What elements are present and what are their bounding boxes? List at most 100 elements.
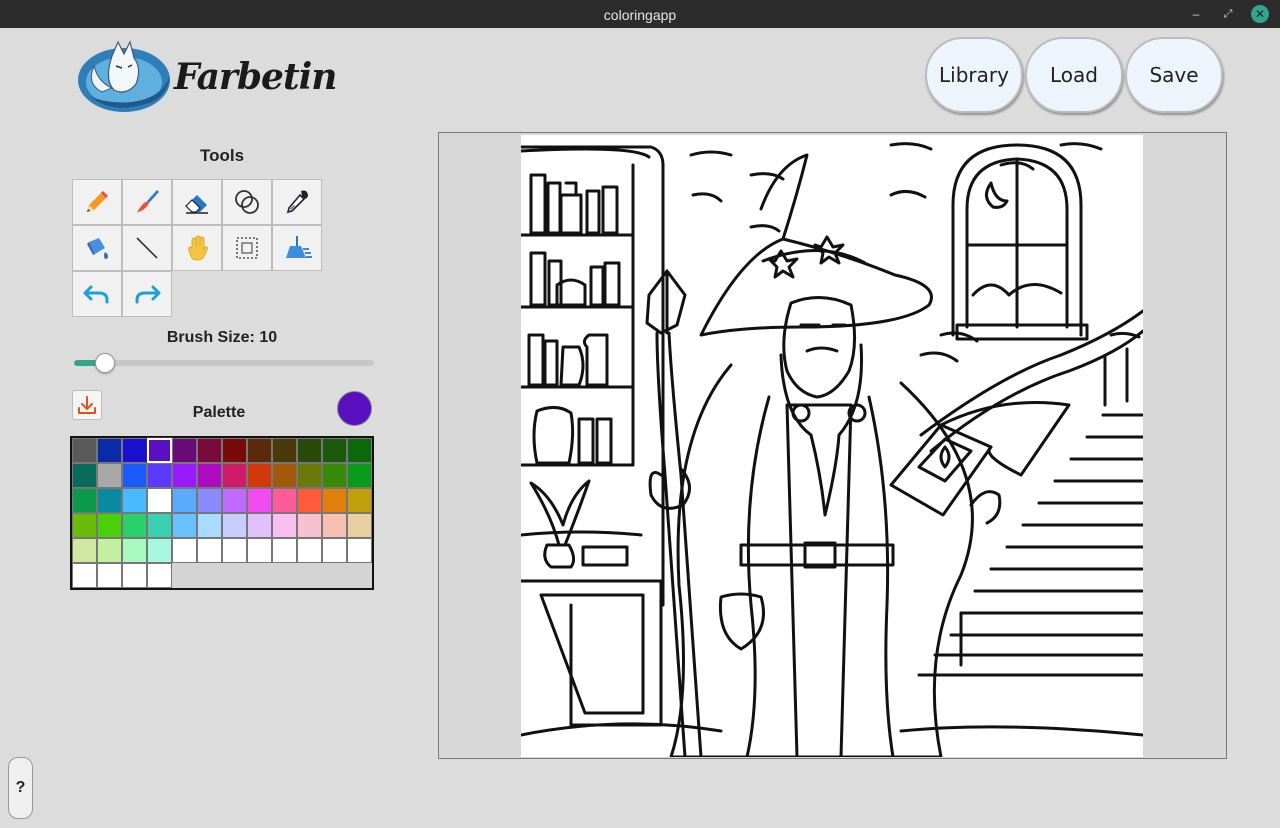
brush-tool-button[interactable] [122,179,172,225]
palette-swatch[interactable] [172,513,197,538]
palette-swatch[interactable] [122,488,147,513]
palette-swatch[interactable] [72,538,97,563]
palette-swatch[interactable] [297,463,322,488]
palette-swatch[interactable] [322,488,347,513]
palette-swatch[interactable] [72,513,97,538]
palette-swatch[interactable] [347,488,372,513]
palette-swatch[interactable] [297,438,322,463]
palette-swatch[interactable] [222,438,247,463]
palette-swatch[interactable] [197,488,222,513]
import-palette-button[interactable] [72,390,102,420]
palette-swatch[interactable] [247,538,272,563]
load-button[interactable]: Load [1025,37,1123,113]
drawing-canvas-frame [438,132,1227,759]
redo-button[interactable] [122,271,172,317]
window-titlebar: coloringapp – ⤢ ✕ [0,0,1280,28]
palette-swatch[interactable] [72,488,97,513]
palette-swatch[interactable] [97,463,122,488]
palette-swatch[interactable] [72,463,97,488]
palette-swatch[interactable] [122,563,147,588]
palette-swatch[interactable] [347,538,372,563]
palette-swatch[interactable] [122,463,147,488]
palette-swatch[interactable] [172,538,197,563]
palette-swatch[interactable] [72,438,97,463]
line-icon [136,237,158,259]
palette-swatch[interactable] [197,438,222,463]
selection-icon [236,237,258,259]
palette-swatch[interactable] [197,513,222,538]
clear-tool-button[interactable] [272,225,322,271]
palette-swatch[interactable] [272,488,297,513]
palette-swatch[interactable] [272,513,297,538]
select-tool-button[interactable] [222,225,272,271]
palette-swatch[interactable] [72,563,97,588]
minimize-button[interactable]: – [1187,5,1205,23]
redo-icon [135,285,161,304]
palette-swatch[interactable] [147,463,172,488]
palette-swatch[interactable] [146,437,173,464]
palette-swatch[interactable] [247,438,272,463]
palette-swatch[interactable] [322,463,347,488]
eyedropper-icon [286,190,308,214]
brush-size-slider[interactable] [74,353,374,373]
library-button[interactable]: Library [925,37,1023,113]
palette-swatch[interactable] [97,563,122,588]
hand-icon [188,235,208,261]
palette-swatch[interactable] [322,438,347,463]
palette-swatch[interactable] [347,513,372,538]
palette-swatch[interactable] [222,463,247,488]
palette-swatch[interactable] [97,438,122,463]
palette-swatch[interactable] [172,488,197,513]
palette-swatch[interactable] [297,488,322,513]
help-button[interactable]: ? [8,757,33,819]
brush-icon [137,190,159,213]
palette-swatch[interactable] [272,463,297,488]
palette-swatch[interactable] [222,513,247,538]
eraser-tool-button[interactable] [172,179,222,225]
paint-bucket-icon [87,238,108,259]
palette-swatch[interactable] [172,463,197,488]
palette-swatch[interactable] [122,513,147,538]
palette-swatch[interactable] [147,488,172,513]
palette-swatch[interactable] [347,463,372,488]
palette-swatch[interactable] [122,438,147,463]
pan-tool-button[interactable] [172,225,222,271]
wizard-coloring-page-icon [521,142,1143,757]
palette-heading: Palette [192,404,246,421]
palette-swatch[interactable] [247,488,272,513]
palette-swatch[interactable] [147,563,172,588]
palette-swatch[interactable] [222,538,247,563]
palette-swatch[interactable] [97,513,122,538]
palette-swatch[interactable] [172,438,197,463]
palette-swatch[interactable] [197,538,222,563]
palette-swatch[interactable] [272,438,297,463]
palette-swatch[interactable] [247,513,272,538]
palette-swatch[interactable] [272,538,297,563]
maximize-button[interactable]: ⤢ [1219,5,1237,23]
blend-tool-button[interactable] [222,179,272,225]
palette-swatch[interactable] [197,463,222,488]
close-button[interactable]: ✕ [1251,5,1269,23]
undo-button[interactable] [72,271,122,317]
pencil-tool-button[interactable] [72,179,122,225]
palette-swatch[interactable] [97,488,122,513]
save-button[interactable]: Save [1125,37,1223,113]
brush-size-slider-handle[interactable] [95,353,115,373]
palette-swatch[interactable] [222,488,247,513]
palette-swatch[interactable] [247,463,272,488]
fill-tool-button[interactable] [72,225,122,271]
eyedropper-tool-button[interactable] [272,179,322,225]
palette-swatch[interactable] [147,538,172,563]
eraser-icon [185,195,208,214]
palette-swatch[interactable] [297,513,322,538]
coloring-canvas[interactable] [521,135,1143,757]
palette-swatch[interactable] [322,538,347,563]
palette-swatch[interactable] [297,538,322,563]
palette-swatch[interactable] [322,513,347,538]
palette-swatch[interactable] [347,438,372,463]
palette-swatch[interactable] [97,538,122,563]
palette-swatch[interactable] [147,513,172,538]
palette-swatch[interactable] [122,538,147,563]
line-tool-button[interactable] [122,225,172,271]
current-color-swatch[interactable] [337,391,372,426]
